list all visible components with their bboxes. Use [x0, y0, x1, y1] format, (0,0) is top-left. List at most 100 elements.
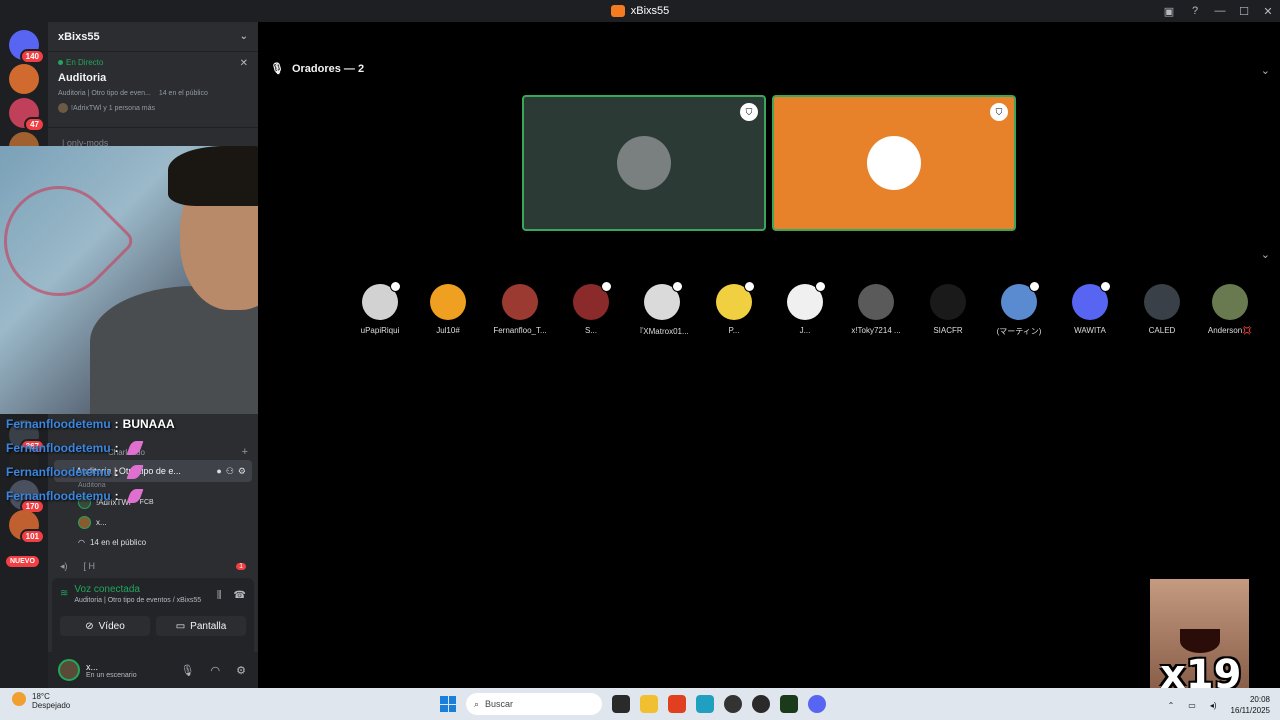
- unread-badge: 1: [236, 562, 246, 570]
- home-guild[interactable]: 140: [9, 30, 45, 64]
- video-button[interactable]: ⊘ Vídeo: [60, 616, 150, 636]
- brave-browser-icon[interactable]: [668, 695, 686, 713]
- stage-area: 🎙 Oradores — 2 ⌄ ⛉ ⛉ ⌄ uPapiRiqui Jul10#…: [258, 22, 1280, 688]
- speaker-tile[interactable]: ⛉: [522, 95, 766, 231]
- chat-icon[interactable]: ●: [216, 466, 221, 477]
- add-channel-icon[interactable]: +: [242, 446, 248, 458]
- avatar[interactable]: [58, 659, 80, 681]
- audience-member[interactable]: Anderson💢: [1194, 284, 1266, 335]
- task-view-icon[interactable]: [612, 695, 630, 713]
- voice-channel[interactable]: ◂) [ H 1: [48, 556, 258, 576]
- xbox-icon[interactable]: [752, 695, 770, 713]
- weather-status: Despejado: [32, 701, 71, 710]
- stream-chat-overlay: Fernanfloodetemu : BUNAAA Fernanfloodete…: [6, 412, 175, 508]
- gear-icon[interactable]: ⚙: [236, 664, 246, 677]
- live-stage-name: Auditoria: [58, 72, 107, 84]
- audience-member[interactable]: J...: [769, 281, 841, 335]
- temperature: 18°C: [32, 692, 50, 701]
- title-bar: xBixs55 ▣ ? — ☐ ✕: [0, 0, 1280, 22]
- audience-member[interactable]: Jul10#: [412, 284, 484, 335]
- audience-member[interactable]: SIACFR: [912, 284, 984, 335]
- discord-icon[interactable]: [808, 695, 826, 713]
- gear-icon[interactable]: ⚙: [238, 466, 246, 477]
- audience-row: uPapiRiqui Jul10# Fernanfloo_T... S... 『…: [358, 281, 1278, 344]
- obs-icon[interactable]: [724, 695, 742, 713]
- new-badge[interactable]: NUEVO: [6, 556, 39, 567]
- invite-icon[interactable]: ⚇: [226, 466, 234, 477]
- avatar: [1072, 281, 1111, 320]
- start-button[interactable]: [440, 696, 456, 712]
- minimize-button[interactable]: —: [1208, 0, 1232, 22]
- avatar: [858, 284, 894, 320]
- audience-member[interactable]: uPapiRiqui: [344, 281, 416, 335]
- notepad-icon[interactable]: [696, 695, 714, 713]
- avatar: [1144, 284, 1180, 320]
- chevron-up-icon[interactable]: ⌃: [1168, 701, 1175, 710]
- screen-share-button[interactable]: ▭ Pantalla: [156, 616, 246, 636]
- voice-status-sub: Auditoria | Otro tipo de eventos / xBixs…: [74, 597, 202, 604]
- server-name: xBixs55: [58, 30, 100, 43]
- file-explorer-icon[interactable]: [640, 695, 658, 713]
- audience-member[interactable]: 『XMatrox01...: [626, 281, 698, 337]
- inbox-icon[interactable]: ▣: [1156, 0, 1182, 22]
- chevron-down-icon[interactable]: ⌄: [1261, 248, 1270, 261]
- live-stage-meta: Auditoria | Otro tipo de even...: [58, 90, 151, 97]
- live-stage-card[interactable]: En Directo Auditoria Auditoria | Otro ti…: [48, 52, 258, 128]
- feather-emote-icon: [126, 489, 144, 503]
- audience-row[interactable]: ◠ 14 en el público: [48, 532, 258, 552]
- volume-icon[interactable]: ◂): [1210, 701, 1217, 710]
- chevron-down-icon[interactable]: ⌄: [1261, 64, 1270, 77]
- moderator-icon: ⛉: [990, 103, 1008, 121]
- microphone-icon[interactable]: 🎙: [181, 664, 195, 677]
- clock[interactable]: 20:08 16/11/2025: [1231, 694, 1270, 716]
- wall-drawing: [0, 163, 137, 319]
- audience-member[interactable]: (マーティン): [983, 281, 1055, 337]
- server-header[interactable]: xBixs55 ⌄: [48, 22, 258, 52]
- voice-user[interactable]: x...: [48, 512, 258, 532]
- audience-member[interactable]: P...: [698, 281, 770, 335]
- avatar: [502, 284, 538, 320]
- headphones-icon: ◠: [78, 537, 85, 547]
- screen-icon: ▭: [175, 620, 186, 632]
- disconnect-icon[interactable]: ☎: [234, 590, 246, 601]
- feather-emote-icon: [126, 441, 144, 455]
- taskbar-search[interactable]: ⌕ Buscar: [466, 693, 602, 715]
- taskbar: 18°C Despejado ⌕ Buscar ⌃ ▭ ◂) 20:08 16/…: [0, 688, 1280, 720]
- guild-badge: 140: [19, 49, 45, 64]
- help-icon[interactable]: ?: [1182, 0, 1208, 22]
- audience-member[interactable]: S...: [555, 281, 627, 335]
- speaker-tile[interactable]: ⛉: [772, 95, 1016, 231]
- audience-member[interactable]: WAWITA: [1054, 281, 1126, 335]
- system-tray: ⌃ ▭ ◂) 20:08 16/11/2025: [1168, 694, 1270, 716]
- user-name: x...: [86, 661, 99, 672]
- guild-icon[interactable]: [9, 64, 39, 94]
- close-icon[interactable]: ✕: [240, 58, 248, 69]
- weather-widget[interactable]: 18°C Despejado: [12, 692, 70, 710]
- soundboard-icon[interactable]: ⫼: [217, 590, 222, 601]
- close-button[interactable]: ✕: [1256, 0, 1280, 22]
- avatar: [930, 284, 966, 320]
- audience-member[interactable]: x!Toky7214 ...: [840, 284, 912, 335]
- camera-off-icon: ⊘: [85, 620, 94, 632]
- guild-icon[interactable]: 47: [9, 98, 45, 132]
- audience-member[interactable]: CALED: [1126, 284, 1198, 335]
- terminal-icon[interactable]: [780, 695, 798, 713]
- chevron-down-icon: ⌄: [239, 31, 248, 42]
- avatar: [1001, 281, 1040, 320]
- maximize-button[interactable]: ☐: [1232, 0, 1256, 22]
- voice-status-title: Voz conectada: [74, 584, 140, 595]
- sun-icon: [12, 692, 26, 706]
- audience-member[interactable]: Fernanfloo_T...: [484, 284, 556, 335]
- headphones-icon[interactable]: ◠: [211, 664, 221, 677]
- guild-badge: 47: [24, 117, 45, 132]
- feather-emote-icon: [126, 465, 144, 479]
- live-status: En Directo: [58, 58, 248, 67]
- avatar: [617, 136, 671, 190]
- avatar: [716, 281, 755, 320]
- network-icon[interactable]: ▭: [1188, 701, 1196, 710]
- speakers-header[interactable]: 🎙 Oradores — 2: [270, 62, 364, 76]
- user-panel: x... En un escenario 🎙 ◠ ⚙: [48, 652, 258, 688]
- signal-icon: ≋: [60, 588, 69, 599]
- avatar: [58, 103, 68, 113]
- guild-icon[interactable]: 101: [9, 510, 45, 544]
